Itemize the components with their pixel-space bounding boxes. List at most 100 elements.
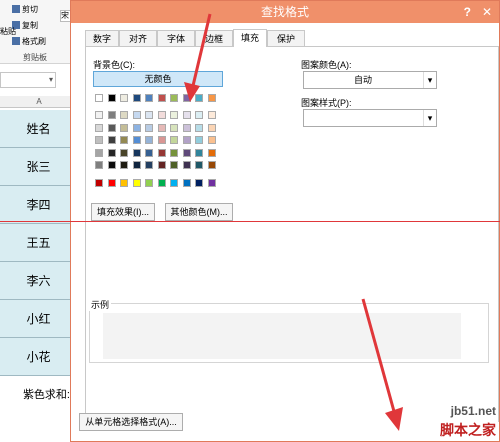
sum-label-cell[interactable]: 紫色求和:: [0, 376, 78, 414]
color-swatch-tint2-4[interactable]: [145, 136, 153, 144]
color-swatch-tint4-0[interactable]: [95, 161, 103, 169]
column-header-a[interactable]: A: [0, 96, 78, 108]
color-swatch-tint4-8[interactable]: [195, 161, 203, 169]
cell[interactable]: 小花: [0, 338, 78, 376]
color-swatch-top-3[interactable]: [132, 94, 141, 102]
color-swatch-tint3-2[interactable]: [120, 148, 128, 157]
color-swatch-tint0-2[interactable]: [120, 111, 128, 119]
choose-format-from-cell-button[interactable]: 从单元格选择格式(A)...: [79, 413, 183, 431]
color-swatch-tint2-7[interactable]: [182, 136, 191, 144]
divider-line: [0, 221, 500, 222]
color-swatch-top-2[interactable]: [120, 94, 128, 102]
color-swatch-standard-2[interactable]: [120, 179, 128, 187]
cell[interactable]: 李四: [0, 186, 78, 224]
pattern-color-select[interactable]: 自动 ▾: [303, 71, 437, 89]
color-swatch-standard-8[interactable]: [195, 179, 203, 187]
chevron-down-icon: ▾: [48, 75, 53, 84]
cell[interactable]: 王五: [0, 224, 78, 262]
color-swatch-tint4-1[interactable]: [107, 161, 116, 169]
color-swatch-tint4-4[interactable]: [145, 161, 153, 169]
cell[interactable]: 张三: [0, 148, 78, 186]
color-swatch-tint0-3[interactable]: [132, 111, 141, 119]
color-swatch-standard-4[interactable]: [145, 179, 153, 187]
color-swatch-tint1-0[interactable]: [95, 123, 103, 132]
name-box[interactable]: ▾: [0, 72, 56, 88]
pattern-style-label: 图案样式(P):: [301, 98, 352, 108]
dialog-titlebar[interactable]: 查找格式 ? ✕: [71, 1, 499, 23]
color-swatch-tint2-9[interactable]: [207, 136, 216, 144]
color-swatch-tint4-6[interactable]: [170, 161, 178, 169]
color-swatch-tint0-0[interactable]: [95, 111, 103, 119]
color-swatch-tint3-9[interactable]: [207, 148, 216, 157]
format-painter-button[interactable]: 格式刷: [12, 36, 46, 48]
color-swatch-tint2-0[interactable]: [95, 136, 103, 144]
color-swatch-tint1-3[interactable]: [132, 123, 141, 132]
color-swatch-tint3-4[interactable]: [145, 148, 153, 157]
tab-fill[interactable]: 填充: [233, 29, 267, 47]
fill-effects-button[interactable]: 填充效果(I)...: [91, 203, 155, 221]
color-swatch-standard-1[interactable]: [107, 179, 116, 187]
color-swatch-tint2-1[interactable]: [107, 136, 116, 144]
color-swatch-tint0-9[interactable]: [207, 111, 216, 119]
tab-alignment[interactable]: 对齐: [119, 30, 157, 47]
color-swatch-tint1-7[interactable]: [182, 123, 191, 132]
color-swatch-standard-6[interactable]: [170, 179, 178, 187]
cell[interactable]: 姓名: [0, 110, 78, 148]
color-swatch-tint3-0[interactable]: [95, 148, 103, 157]
color-swatch-standard-3[interactable]: [132, 179, 141, 187]
color-swatch-tint3-7[interactable]: [182, 148, 191, 157]
color-swatch-tint0-5[interactable]: [157, 111, 166, 119]
annotation-arrow-top: [184, 13, 212, 102]
color-swatch-tint4-5[interactable]: [157, 161, 166, 169]
color-swatch-tint3-5[interactable]: [157, 148, 166, 157]
color-swatch-tint1-9[interactable]: [207, 123, 216, 132]
color-swatch-tint4-9[interactable]: [207, 161, 216, 169]
color-swatch-tint0-7[interactable]: [182, 111, 191, 119]
color-swatch-tint4-3[interactable]: [132, 161, 141, 169]
color-swatch-tint2-2[interactable]: [120, 136, 128, 144]
color-swatch-tint4-2[interactable]: [120, 161, 128, 169]
scissors-icon: [12, 5, 20, 13]
cell[interactable]: 小红: [0, 300, 78, 338]
color-swatch-top-5[interactable]: [157, 94, 166, 102]
color-swatch-standard-0[interactable]: [95, 179, 103, 187]
color-swatch-top-1[interactable]: [107, 94, 116, 102]
color-swatch-tint2-6[interactable]: [170, 136, 178, 144]
color-swatch-tint0-4[interactable]: [145, 111, 153, 119]
color-swatch-tint0-6[interactable]: [170, 111, 178, 119]
color-swatch-top-0[interactable]: [95, 94, 103, 102]
tab-protection[interactable]: 保护: [267, 30, 305, 47]
pattern-color-value: 自动: [353, 75, 372, 85]
color-swatch-tint0-8[interactable]: [195, 111, 203, 119]
color-swatch-tint1-1[interactable]: [107, 123, 116, 132]
close-icon[interactable]: ✕: [479, 4, 495, 20]
color-swatch-tint1-8[interactable]: [195, 123, 203, 132]
cut-button[interactable]: 剪切: [12, 4, 38, 16]
pattern-style-select[interactable]: ▾: [303, 109, 437, 127]
chevron-down-icon: ▾: [423, 72, 436, 88]
cell[interactable]: 李六: [0, 262, 78, 300]
color-swatch-tint1-5[interactable]: [157, 123, 166, 132]
color-swatch-top-4[interactable]: [145, 94, 153, 102]
more-colors-button[interactable]: 其他颜色(M)...: [165, 203, 233, 221]
color-swatch-standard-5[interactable]: [157, 179, 166, 187]
color-swatch-tint2-5[interactable]: [157, 136, 166, 144]
color-swatch-tint3-3[interactable]: [132, 148, 141, 157]
color-swatch-tint2-3[interactable]: [132, 136, 141, 144]
color-swatch-tint0-1[interactable]: [107, 111, 116, 119]
paste-button[interactable]: 粘贴: [0, 26, 16, 37]
color-swatch-tint3-6[interactable]: [170, 148, 178, 157]
color-swatch-tint4-7[interactable]: [182, 161, 191, 169]
tab-number[interactable]: 数字: [85, 30, 119, 47]
color-swatch-tint1-6[interactable]: [170, 123, 178, 132]
color-swatch-standard-9[interactable]: [207, 179, 216, 187]
fill-tab-panel: [85, 46, 499, 422]
color-swatch-tint3-1[interactable]: [107, 148, 116, 157]
color-swatch-tint2-8[interactable]: [195, 136, 203, 144]
color-swatch-tint1-4[interactable]: [145, 123, 153, 132]
color-swatch-tint3-8[interactable]: [195, 148, 203, 157]
help-icon[interactable]: ?: [464, 1, 471, 23]
watermark-name: 脚本之家: [440, 422, 496, 438]
color-swatch-standard-7[interactable]: [182, 179, 191, 187]
color-swatch-tint1-2[interactable]: [120, 123, 128, 132]
